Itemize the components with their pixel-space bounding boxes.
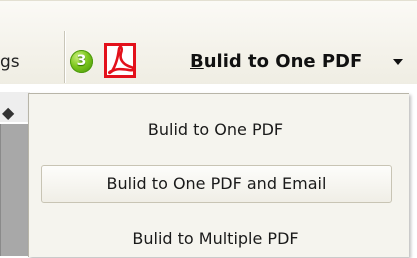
- adobe-pdf-icon[interactable]: [104, 43, 138, 78]
- background-icon: ◆: [2, 103, 15, 122]
- menu-item-build-one-pdf[interactable]: Bulid to One PDF: [41, 111, 390, 149]
- step-3-icon: 3: [70, 50, 93, 73]
- toolbar: gs 3 Bulid to One PDF: [0, 0, 417, 85]
- build-dropdown-menu: Bulid to One PDF Bulid to One PDF and Em…: [28, 93, 409, 257]
- settings-button-label[interactable]: gs: [0, 53, 20, 71]
- caret-down-icon[interactable]: [393, 59, 403, 65]
- build-button-label: Bulid to One PDF: [190, 51, 363, 72]
- menu-item-build-multiple-pdf[interactable]: Bulid to Multiple PDF: [41, 220, 390, 258]
- menu-item-build-one-pdf-email[interactable]: Bulid to One PDF and Email: [41, 165, 392, 203]
- toolbar-separator: [64, 31, 65, 83]
